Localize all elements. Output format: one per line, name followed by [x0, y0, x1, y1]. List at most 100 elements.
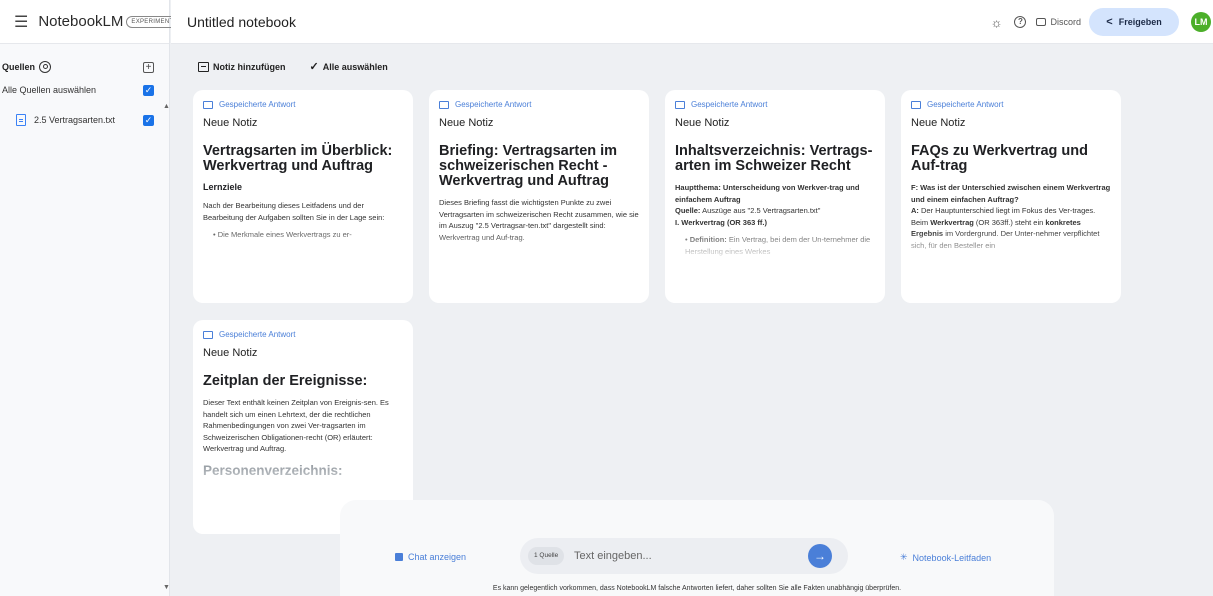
note-label: Gespeicherte Antwort	[691, 100, 768, 109]
saved-answer-icon	[203, 100, 213, 109]
brand-bar: ☰ NotebookLM EXPERIMENTAL	[0, 0, 186, 44]
sources-label: Quellen	[2, 62, 36, 72]
source-checkbox[interactable]: ✓	[143, 114, 154, 126]
note-label-row: Gespeicherte Antwort	[675, 100, 875, 109]
note-label-row: Gespeicherte Antwort	[911, 100, 1111, 109]
chat-input-container: 1 Quelle →	[520, 538, 848, 574]
note-add-icon	[198, 61, 209, 72]
share-label: Freigeben	[1118, 17, 1162, 27]
note-card[interactable]: Gespeicherte Antwort Neue Notiz FAQs zu …	[901, 90, 1121, 303]
note-answer-label: A:	[911, 206, 919, 215]
header: Untitled notebook ☼ ? Discord < Freigebe…	[171, 0, 1213, 44]
chat-input[interactable]	[574, 546, 794, 566]
notes-toolbar: Notiz hinzufügen ✓ Alle auswählen	[198, 60, 388, 73]
menu-icon[interactable]: ☰	[14, 12, 28, 32]
help-icon[interactable]: ?	[1014, 16, 1027, 28]
source-item-label: 2.5 Vertragsarten.txt	[34, 115, 116, 125]
note-question: F: Was ist der Unterschied zwischen eine…	[911, 183, 1111, 204]
note-heading: Inhaltsverzeichnis: Vertrags-arten im Sc…	[675, 143, 873, 174]
note-source-label: Quelle:	[675, 206, 701, 215]
scroll-up-icon[interactable]: ▲	[163, 103, 170, 110]
note-heading: FAQs zu Werkvertrag und Auf-trag	[911, 143, 1088, 174]
guide-icon: ✳	[900, 552, 908, 562]
source-item-left: 2.5 Vertragsarten.txt	[2, 114, 115, 126]
note-text: Dieser Text enthält keinen Zeitplan von …	[203, 398, 389, 453]
note-label-row: Gespeicherte Antwort	[203, 100, 403, 109]
note-heading: Briefing: Vertragsarten im schweizerisch…	[439, 143, 618, 189]
notebook-guide-label: Notebook-Leitfaden	[912, 552, 992, 563]
chat-icon	[395, 553, 403, 561]
add-source-icon[interactable]: +	[143, 61, 154, 73]
note-answer-3: im Vordergrund. Der Unter-nehmer verpfli…	[911, 229, 1100, 250]
saved-answer-icon	[675, 100, 685, 109]
sources-icon	[39, 61, 52, 73]
note-bullet-text: Ein Vertrag, bei dem der Un-ternehmer di…	[685, 235, 871, 256]
chat-bar: Chat anzeigen 1 Quelle → ✳ Notebook-Leit…	[340, 500, 1054, 596]
note-label: Gespeicherte Antwort	[927, 100, 1004, 109]
select-all-notes-button[interactable]: ✓ Alle auswählen	[309, 60, 387, 73]
note-label-row: Gespeicherte Antwort	[203, 330, 403, 339]
select-all-notes-label: Alle auswählen	[322, 61, 388, 72]
note-title: Neue Notiz	[675, 117, 730, 129]
add-note-button[interactable]: Notiz hinzufügen	[198, 61, 286, 72]
add-note-label: Notiz hinzufügen	[213, 61, 286, 72]
note-source-text: Auszüge aus "2.5 Vertragsarten.txt"	[702, 206, 821, 215]
note-title: Neue Notiz	[439, 117, 494, 129]
note-answer-bold-1: Werkvertrag	[930, 217, 974, 227]
saved-answer-icon	[203, 330, 213, 339]
source-count-chip[interactable]: 1 Quelle	[528, 547, 565, 565]
note-title: Neue Notiz	[203, 117, 258, 129]
source-item[interactable]: 2.5 Vertragsarten.txt ✓	[0, 113, 169, 127]
scroll-down-icon[interactable]: ▼	[163, 584, 170, 591]
note-body: Briefing: Vertragsarten im schweizerisch…	[439, 144, 639, 269]
sources-title: Quellen	[2, 61, 52, 73]
note-answer-2: (OR 363ff.) steht ein	[975, 217, 1044, 227]
note-text: Dieses Briefing fasst die wichtigsten Pu…	[439, 198, 639, 242]
note-subheading: Lernziele	[203, 182, 243, 192]
notebook-title[interactable]: Untitled notebook	[187, 14, 296, 30]
saved-answer-icon	[439, 100, 449, 109]
note-label: Gespeicherte Antwort	[219, 330, 296, 339]
note-section: I. Werkvertrag (OR 363 ff.)	[675, 217, 767, 227]
note-label-row: Gespeicherte Antwort	[439, 100, 639, 109]
note-bullet: • Definition: Ein Vertrag, bei dem der U…	[685, 235, 871, 256]
note-label: Gespeicherte Antwort	[455, 100, 532, 109]
note-answer: A: Der Hauptunterschied liegt im Fokus d…	[911, 205, 1111, 251]
disclaimer-text: Es kann gelegentlich vorkommen, dass Not…	[492, 585, 902, 592]
note-body: FAQs zu Werkvertrag und Auf-trag F: Was …	[911, 144, 1111, 269]
note-heading-2: Personenverzeichnis:	[203, 462, 343, 478]
notebook-guide-button[interactable]: ✳ Notebook-Leitfaden	[900, 552, 991, 563]
show-chat-label: Chat anzeigen	[408, 552, 467, 562]
note-body: Inhaltsverzeichnis: Vertrags-arten im Sc…	[675, 144, 875, 269]
note-label: Gespeicherte Antwort	[219, 100, 296, 109]
theme-icon[interactable]: ☼	[991, 15, 1003, 30]
select-all-sources-checkbox[interactable]: ✓	[143, 84, 154, 96]
note-heading: Zeitplan der Ereignisse:	[203, 373, 368, 389]
send-icon[interactable]: →	[808, 544, 832, 568]
note-bullet: • Die Merkmale eines Werkvertrags zu er-	[213, 230, 352, 239]
show-chat-button[interactable]: Chat anzeigen	[395, 552, 466, 562]
check-icon: ✓	[309, 61, 319, 73]
app-name: NotebookLM	[38, 13, 124, 30]
note-title: Neue Notiz	[203, 347, 258, 359]
avatar[interactable]: LM	[1191, 12, 1211, 32]
note-main-topic: Hauptthema: Unterscheidung von Werkver-t…	[675, 183, 860, 204]
note-card[interactable]: Gespeicherte Antwort Neue Notiz Briefing…	[429, 90, 649, 303]
sidebar: ☰ NotebookLM EXPERIMENTAL Quellen + Alle…	[0, 0, 186, 596]
share-button[interactable]: < Freigeben	[1089, 8, 1179, 36]
note-body: Vertragsarten im Überblick: Werkvertrag …	[203, 144, 403, 269]
share-icon: <	[1106, 16, 1113, 28]
note-body: Zeitplan der Ereignisse: Dieser Text ent…	[203, 374, 403, 504]
discord-link[interactable]: Discord	[1036, 17, 1081, 27]
note-card[interactable]: Gespeicherte Antwort Neue Notiz Inhaltsv…	[665, 90, 885, 303]
discord-icon	[1036, 18, 1047, 26]
sources-header: Quellen +	[0, 44, 169, 73]
note-heading: Vertragsarten im Überblick: Werkvertrag …	[203, 143, 393, 174]
note-card[interactable]: Gespeicherte Antwort Neue Notiz Vertrags…	[193, 90, 413, 303]
select-all-sources-row[interactable]: Alle Quellen auswählen ✓	[0, 83, 169, 97]
discord-label: Discord	[1050, 17, 1081, 27]
header-actions: ☼ ? Discord < Freigeben LM	[991, 0, 1213, 44]
select-all-sources-label: Alle Quellen auswählen	[2, 85, 97, 95]
saved-answer-icon	[911, 100, 921, 109]
note-text: Nach der Bearbeitung dieses Leitfadens u…	[203, 201, 385, 222]
